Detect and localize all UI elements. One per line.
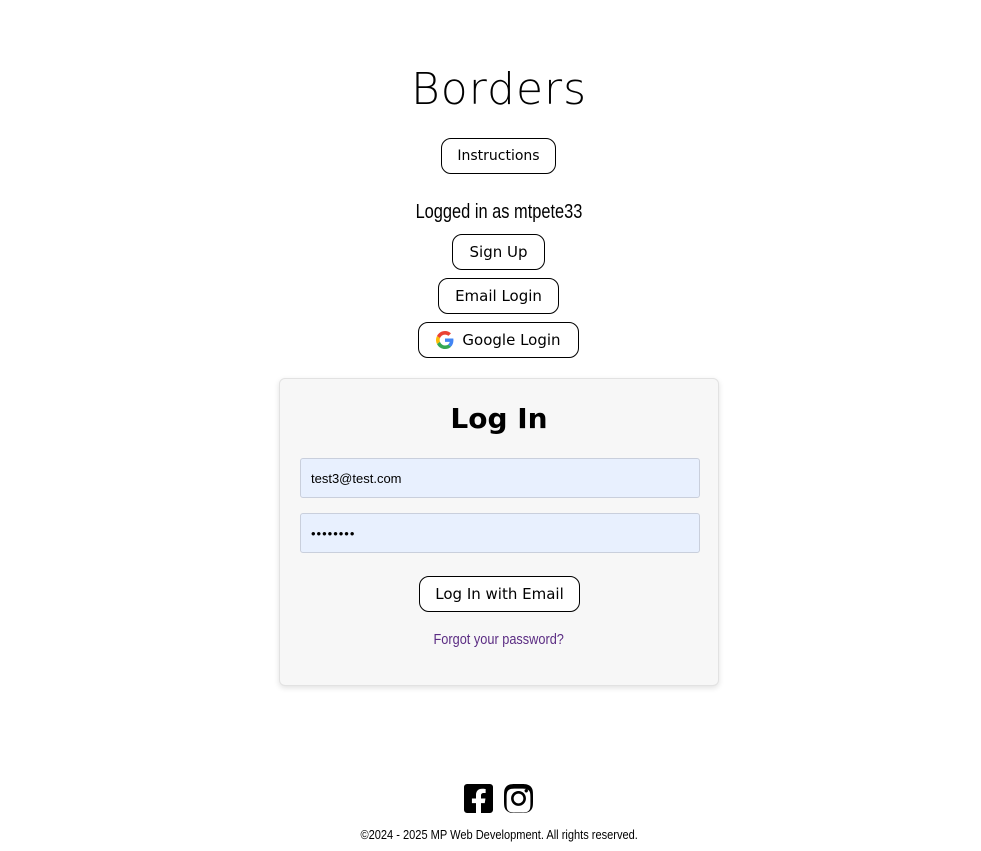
google-login-label: Google Login — [462, 331, 561, 349]
sign-up-button[interactable]: Sign Up — [452, 234, 545, 270]
email-login-button[interactable]: Email Login — [438, 278, 559, 314]
email-field[interactable] — [300, 458, 700, 498]
facebook-icon[interactable] — [464, 784, 493, 813]
social-links — [464, 784, 533, 813]
google-login-button[interactable]: Google Login — [418, 322, 579, 358]
login-card-title: Log In — [450, 402, 548, 435]
instagram-icon[interactable] — [504, 784, 533, 813]
page-title: Borders — [410, 64, 588, 115]
copyright-text: ©2024 - 2025 MP Web Development. All rig… — [360, 827, 638, 842]
password-field[interactable] — [300, 513, 700, 553]
login-status-text: Logged in as mtpete33 — [415, 201, 583, 223]
login-card: Log In Log In with Email Forgot your pas… — [279, 378, 719, 686]
forgot-password-label: Forgot your password? — [433, 631, 565, 648]
footer-copyright: ©2024 - 2025 MP Web Development. All rig… — [0, 826, 981, 844]
forgot-password-link[interactable]: Forgot your password? — [280, 629, 718, 651]
page: Borders Instructions Logged in as mtpete… — [0, 0, 981, 851]
log-in-with-email-button[interactable]: Log In with Email — [419, 576, 580, 612]
instructions-button[interactable]: Instructions — [441, 138, 556, 174]
google-icon — [436, 331, 454, 349]
